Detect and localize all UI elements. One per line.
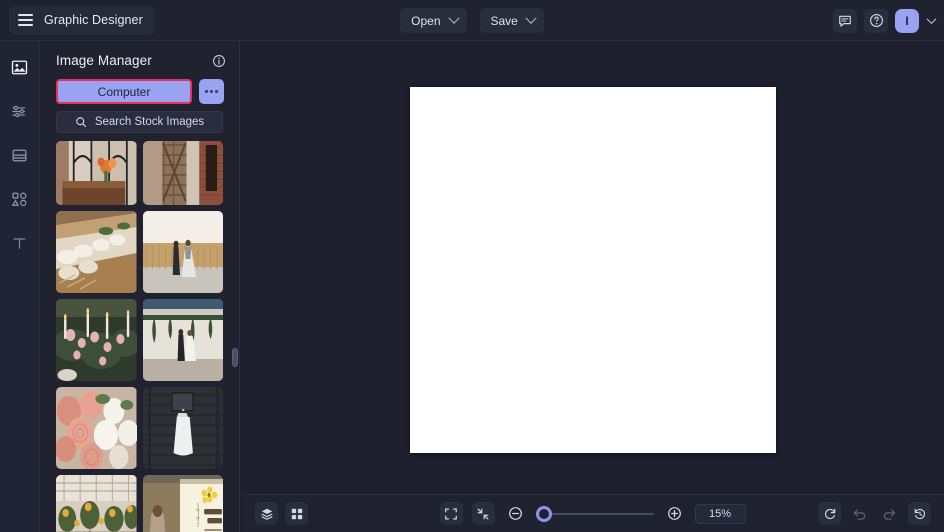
thumbnail-item[interactable] xyxy=(143,211,224,293)
thumbnail-image xyxy=(56,387,137,469)
image-manager-panel: Image Manager Computer xyxy=(40,41,240,532)
zoom-slider-handle[interactable] xyxy=(536,506,552,522)
thumbnail-grid xyxy=(40,141,239,532)
source-more-button[interactable] xyxy=(199,79,224,104)
fit-to-screen-button[interactable] xyxy=(440,502,463,525)
panel-info-button[interactable] xyxy=(212,54,226,68)
app-title: Graphic Designer xyxy=(44,13,143,27)
thumbnail-item[interactable] xyxy=(143,141,224,205)
zoom-to-fit-icon xyxy=(476,507,490,521)
zoom-level-value: 15% xyxy=(709,508,731,520)
thumbnail-item[interactable] xyxy=(143,299,224,381)
app-root: Graphic Designer Open Save xyxy=(0,0,944,532)
avatar-initial: I xyxy=(905,14,908,28)
zoom-out-button[interactable] xyxy=(504,502,527,525)
text-t-icon xyxy=(11,235,28,252)
thumbnail-image xyxy=(143,141,224,205)
sidebar-item-layout[interactable] xyxy=(7,142,33,168)
thumbnail-image xyxy=(56,299,137,381)
zoom-level-input[interactable]: 15% xyxy=(695,504,746,524)
open-button[interactable]: Open xyxy=(400,8,466,33)
zoom-slider[interactable] xyxy=(536,504,654,524)
canvas-page[interactable] xyxy=(410,87,776,453)
thumbnail-item[interactable] xyxy=(143,387,224,469)
layout-frame-icon xyxy=(11,147,28,164)
user-avatar[interactable]: I xyxy=(895,9,919,33)
source-computer-label: Computer xyxy=(98,85,151,99)
thumbnail-image xyxy=(56,211,137,293)
zoom-to-fit-button[interactable] xyxy=(472,502,495,525)
app-menu-button[interactable]: Graphic Designer xyxy=(9,6,155,35)
bottom-bar: 15% xyxy=(241,494,944,532)
search-stock-images-button[interactable]: Search Stock Images xyxy=(56,111,223,133)
undo-icon xyxy=(852,506,867,521)
source-computer-button[interactable]: Computer xyxy=(56,79,192,104)
refresh-button[interactable] xyxy=(818,502,841,525)
fit-to-screen-icon xyxy=(444,507,458,521)
sidebar-item-text[interactable] xyxy=(7,230,33,256)
thumbnail-image xyxy=(143,299,224,381)
thumbnail-image xyxy=(143,475,224,532)
sidebar-item-elements[interactable] xyxy=(7,186,33,212)
search-stock-images-label: Search Stock Images xyxy=(95,116,204,128)
zoom-slider-track xyxy=(545,513,654,515)
top-right-actions: I xyxy=(833,0,935,41)
info-circle-icon xyxy=(212,54,226,68)
stock-search-row: Search Stock Images xyxy=(40,104,239,133)
help-button[interactable] xyxy=(864,9,888,33)
thumbnail-item[interactable] xyxy=(56,211,137,293)
thumbnail-item[interactable] xyxy=(56,141,137,205)
comment-button[interactable] xyxy=(833,9,857,33)
undo-button[interactable] xyxy=(848,502,871,525)
thumbnail-item[interactable] xyxy=(143,475,224,532)
tool-rail xyxy=(0,41,40,532)
bottom-left-tools xyxy=(255,502,308,525)
search-icon xyxy=(75,116,87,128)
more-options-icon xyxy=(205,90,208,93)
grid-view-button[interactable] xyxy=(285,502,308,525)
image-source-row: Computer xyxy=(40,68,239,104)
zoom-in-icon xyxy=(667,506,682,521)
panel-title: Image Manager xyxy=(56,53,152,68)
panel-resize-handle[interactable] xyxy=(232,348,238,367)
hamburger-menu-icon xyxy=(18,14,33,26)
sliders-icon xyxy=(11,103,28,120)
zoom-out-icon xyxy=(508,506,523,521)
thumbnail-image xyxy=(56,141,137,205)
image-icon xyxy=(11,59,28,76)
history-button[interactable] xyxy=(908,502,931,525)
chevron-down-icon xyxy=(525,12,536,23)
layers-button[interactable] xyxy=(255,502,278,525)
zoom-in-button[interactable] xyxy=(663,502,686,525)
panel-header: Image Manager xyxy=(40,41,239,68)
open-label: Open xyxy=(411,14,440,28)
thumbnail-image xyxy=(56,475,137,532)
sidebar-item-adjustments[interactable] xyxy=(7,98,33,124)
refresh-icon xyxy=(823,507,837,521)
shapes-icon xyxy=(11,191,28,208)
thumbnail-image xyxy=(143,387,224,469)
comment-icon xyxy=(838,14,852,28)
thumbnail-image xyxy=(143,211,224,293)
help-circle-icon xyxy=(869,13,884,28)
bottom-right-tools xyxy=(818,502,931,525)
top-bar: Graphic Designer Open Save xyxy=(0,0,944,41)
chevron-down-icon xyxy=(448,12,459,23)
avatar-chevron-down-icon[interactable] xyxy=(927,14,937,24)
history-icon xyxy=(913,507,927,521)
redo-button[interactable] xyxy=(878,502,901,525)
thumbnail-item[interactable] xyxy=(56,475,137,532)
canvas-area[interactable] xyxy=(241,41,944,494)
thumbnail-item[interactable] xyxy=(56,299,137,381)
grid-view-icon xyxy=(290,507,304,521)
layers-icon xyxy=(260,507,274,521)
sidebar-item-images[interactable] xyxy=(7,54,33,80)
save-button[interactable]: Save xyxy=(480,8,544,33)
save-label: Save xyxy=(491,14,518,28)
thumbnail-item[interactable] xyxy=(56,387,137,469)
redo-icon xyxy=(882,506,897,521)
